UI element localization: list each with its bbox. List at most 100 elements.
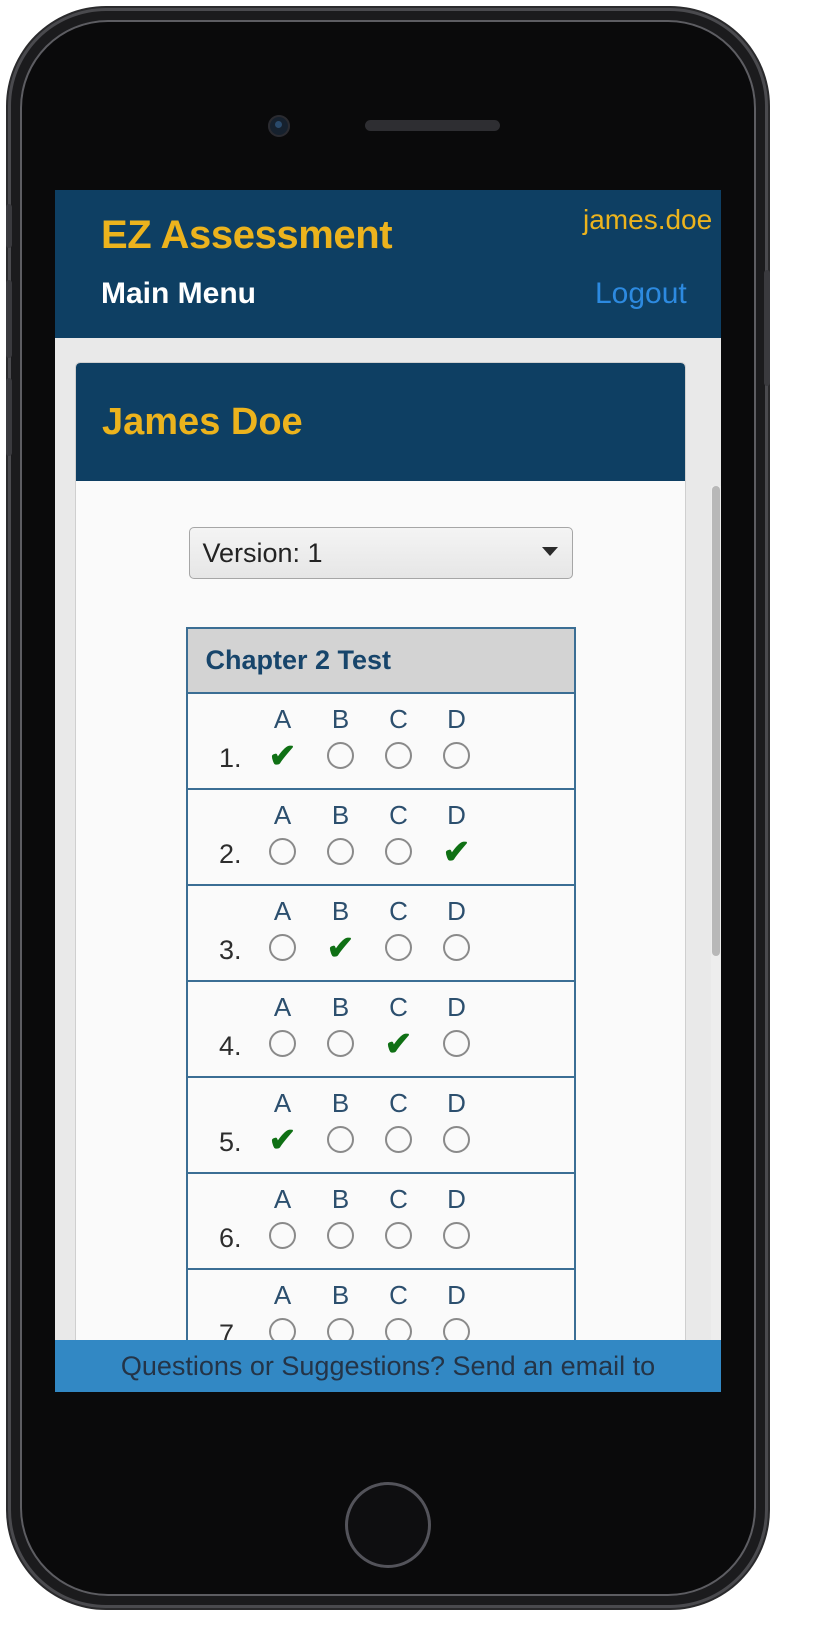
table-row: 3. A B ✔ C D [186,885,575,982]
radio-circle-icon[interactable] [428,1120,486,1160]
panel-header: James Doe [76,363,685,481]
radio-circle-icon[interactable] [254,832,312,872]
answer-option-c[interactable]: C ✔ [370,990,428,1064]
option-letter: D [447,1184,466,1214]
question-row: 3. A B ✔ C D [188,894,574,968]
table-row: 6. A B C D [186,1173,575,1270]
check-icon[interactable]: ✔ [370,1024,428,1064]
phone-screen: EZ Assessment james.doe Main Menu Logout… [55,190,721,1392]
answer-table: Chapter 2 Test 1. A ✔ B C D 2. A B C D ✔ 3. A B ✔ C D 4. A B… [185,627,576,1366]
question-cell: 1. A ✔ B C D [186,693,575,790]
app-brand-title: EZ Assessment [101,213,393,257]
power-button[interactable] [764,270,770,386]
logout-link[interactable]: Logout [595,277,687,311]
answer-option-b[interactable]: B [312,702,370,776]
panel-body: Version: 1 Chapter 2 Test 1. A ✔ B C D 2. A B C D ✔… [76,481,685,1371]
answer-option-d[interactable]: D [428,894,486,968]
student-name-title: James Doe [102,401,303,443]
answer-option-d[interactable]: D [428,1086,486,1160]
option-letter: D [447,896,466,926]
check-icon[interactable]: ✔ [428,832,486,872]
option-letter: A [273,896,292,926]
silent-switch[interactable] [6,204,12,248]
option-letter: B [331,800,350,830]
option-letter: A [273,992,292,1022]
question-number: 3. [218,935,242,965]
answer-option-b[interactable]: B [312,1182,370,1256]
question-row: 4. A B C ✔ D [188,990,574,1064]
answer-option-c[interactable]: C [370,1182,428,1256]
page-body: James Doe Version: 1 Chapter 2 Test 1. A… [55,338,721,1392]
answer-option-a[interactable]: A [254,798,312,872]
question-row: 1. A ✔ B C D [188,702,574,776]
answer-option-b[interactable]: B ✔ [312,894,370,968]
check-icon[interactable]: ✔ [312,928,370,968]
question-cell: 6. A B C D [186,1173,575,1270]
answer-option-d[interactable]: D [428,1182,486,1256]
radio-circle-icon[interactable] [370,832,428,872]
earpiece-speaker-icon [365,120,500,131]
option-letter: A [273,800,292,830]
student-panel: James Doe Version: 1 Chapter 2 Test 1. A… [75,362,686,1372]
check-icon[interactable]: ✔ [254,1120,312,1160]
option-letter: A [273,1088,292,1118]
option-letter: B [331,1184,350,1214]
radio-circle-icon[interactable] [254,928,312,968]
answer-option-a[interactable]: A [254,990,312,1064]
volume-down-button[interactable] [6,378,12,456]
radio-circle-icon[interactable] [428,1024,486,1064]
option-letter: C [389,1184,408,1214]
answer-option-d[interactable]: D ✔ [428,798,486,872]
question-number: 6. [218,1223,242,1253]
radio-circle-icon[interactable] [370,928,428,968]
radio-circle-icon[interactable] [428,736,486,776]
radio-circle-icon[interactable] [370,1216,428,1256]
radio-circle-icon[interactable] [428,1216,486,1256]
table-header-row: Chapter 2 Test [186,628,575,694]
answer-option-a[interactable]: A ✔ [254,1086,312,1160]
answer-option-a[interactable]: A ✔ [254,702,312,776]
radio-circle-icon[interactable] [370,736,428,776]
answer-option-b[interactable]: B [312,990,370,1064]
question-cell: 3. A B ✔ C D [186,885,575,982]
page-scrollbar[interactable] [711,486,721,1392]
radio-circle-icon[interactable] [370,1120,428,1160]
radio-circle-icon[interactable] [254,1024,312,1064]
footer-bar: Questions or Suggestions? Send an email … [55,1340,721,1392]
chevron-down-icon [541,547,558,556]
home-button[interactable] [345,1482,431,1568]
radio-circle-icon[interactable] [312,1024,370,1064]
answer-option-d[interactable]: D [428,702,486,776]
radio-circle-icon[interactable] [254,1216,312,1256]
radio-circle-icon[interactable] [428,928,486,968]
answer-option-a[interactable]: A [254,894,312,968]
answer-option-b[interactable]: B [312,798,370,872]
version-select-wrapper: Version: 1 [188,527,573,579]
option-letter: C [389,992,408,1022]
answer-option-a[interactable]: A [254,1182,312,1256]
answer-option-c[interactable]: C [370,894,428,968]
answer-options: A ✔ B C D [254,1086,486,1160]
page-scrollbar-thumb[interactable] [712,486,720,956]
answer-option-c[interactable]: C [370,798,428,872]
radio-circle-icon[interactable] [312,832,370,872]
answer-options: A B C ✔ D [254,990,486,1064]
question-row: 5. A ✔ B C D [188,1086,574,1160]
answer-option-d[interactable]: D [428,990,486,1064]
main-menu-link[interactable]: Main Menu [101,277,256,311]
radio-circle-icon[interactable] [312,1216,370,1256]
option-letter: C [389,704,408,734]
version-select[interactable]: Version: 1 [188,527,573,579]
radio-circle-icon[interactable] [312,1120,370,1160]
answer-option-c[interactable]: C [370,1086,428,1160]
question-cell: 2. A B C D ✔ [186,789,575,886]
option-letter: D [447,1088,466,1118]
check-icon[interactable]: ✔ [254,736,312,776]
option-letter: B [331,896,350,926]
radio-circle-icon[interactable] [312,736,370,776]
answer-options: A ✔ B C D [254,702,486,776]
answer-option-c[interactable]: C [370,702,428,776]
volume-up-button[interactable] [6,280,12,358]
answer-option-b[interactable]: B [312,1086,370,1160]
option-letter: B [331,704,350,734]
